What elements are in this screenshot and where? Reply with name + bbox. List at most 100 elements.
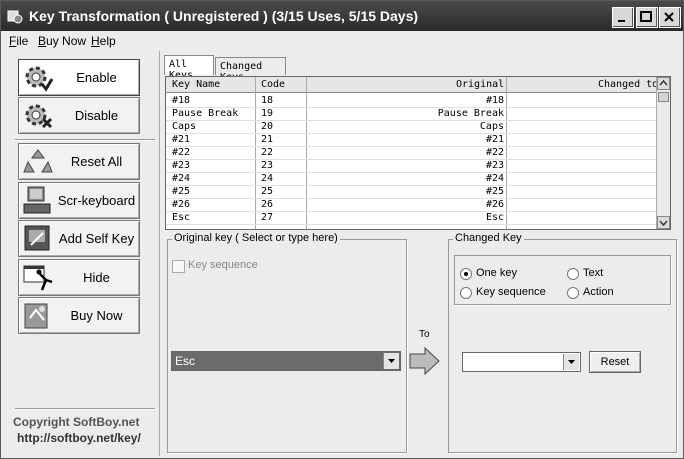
cell-code: 21 <box>261 134 274 145</box>
cell-key-name: #26 <box>172 199 191 210</box>
maximize-icon[interactable] <box>636 7 658 28</box>
enable-button[interactable]: Enable <box>18 59 140 96</box>
add-key-icon <box>24 225 50 251</box>
sidebar: Enable Disable Reset All Scr-keyboard Ad… <box>1 51 160 456</box>
cell-original: #26 <box>485 199 504 210</box>
original-key-legend: Original key ( Select or type here) <box>172 232 340 244</box>
enable-label: Enable <box>76 70 117 85</box>
one-key-label: One key <box>476 267 517 279</box>
radio-action[interactable] <box>567 287 579 299</box>
cell-code: 19 <box>261 108 274 119</box>
close-icon[interactable] <box>659 7 681 28</box>
original-key-select[interactable]: Esc <box>171 351 401 371</box>
table-row[interactable]: #18 18 #18 <box>166 94 656 108</box>
cell-code: 26 <box>261 199 274 210</box>
table-row[interactable]: Pause Break 19 Pause Break <box>166 107 656 121</box>
table-row[interactable]: Caps 20 Caps <box>166 120 656 134</box>
cell-original: Esc <box>485 212 504 223</box>
disable-gear-icon <box>25 104 53 129</box>
changed-key-legend: Changed Key <box>453 232 524 244</box>
table-scrollbar[interactable] <box>656 77 670 229</box>
buy-icon <box>24 303 48 329</box>
cell-key-name: #24 <box>172 173 191 184</box>
scr-keyboard-button[interactable]: Scr-keyboard <box>18 182 140 219</box>
text-label: Text <box>583 267 604 279</box>
chevron-down-icon[interactable] <box>383 353 399 369</box>
cell-code: 23 <box>261 160 274 171</box>
cell-key-name: #22 <box>172 147 191 158</box>
cell-key-name: Esc <box>172 212 191 223</box>
cell-key-name: #25 <box>172 186 191 197</box>
menu-help[interactable]: Help <box>91 34 116 48</box>
menu-bar: File Buy Now Help <box>1 31 683 51</box>
table-row[interactable]: #25 25 #25 <box>166 185 656 199</box>
table-header: Key Name Code Original Changed to <box>166 77 658 93</box>
add-self-key-label: Add Self Key <box>58 231 135 246</box>
sidebar-divider <box>15 139 155 141</box>
chevron-down-icon[interactable] <box>563 354 579 370</box>
cell-original: #22 <box>485 147 504 158</box>
scroll-up-icon[interactable] <box>657 77 670 90</box>
col-original[interactable]: Original <box>456 79 504 90</box>
cell-key-name: Caps <box>172 121 197 132</box>
scroll-thumb[interactable] <box>658 92 669 102</box>
key-sequence-checkbox[interactable] <box>172 260 185 273</box>
cell-key-name: #18 <box>172 95 191 106</box>
to-label: To <box>419 329 430 340</box>
cell-key-name: Pause Break <box>172 108 239 119</box>
cell-original: Caps <box>479 121 504 132</box>
title-bar[interactable]: Key Transformation ( Unregistered ) (3/1… <box>1 1 683 31</box>
arrow-right-icon <box>409 346 440 376</box>
website-link[interactable]: http://softboy.net/key/ <box>17 431 141 445</box>
reset-all-label: Reset All <box>70 154 123 169</box>
cell-code: 27 <box>261 212 274 223</box>
table-row[interactable]: #22 22 #22 <box>166 146 656 160</box>
original-key-group: Original key ( Select or type here) Key … <box>167 232 407 453</box>
screen-keyboard-icon <box>23 186 51 214</box>
cell-original: Pause Break <box>437 108 504 119</box>
col-changed-to[interactable]: Changed to <box>598 79 658 90</box>
cell-original: #21 <box>485 134 504 145</box>
radio-text[interactable] <box>567 268 579 280</box>
table-row[interactable]: #21 21 #21 <box>166 133 656 147</box>
cell-original: #24 <box>485 173 504 184</box>
tab-changed-keys[interactable]: Changed Keys <box>215 57 286 83</box>
cell-original: #18 <box>485 95 504 106</box>
cell-code: 20 <box>261 121 274 132</box>
cell-key-name: #21 <box>172 134 191 145</box>
key-sequence-label: Key sequence <box>188 259 258 271</box>
table-row[interactable]: Esc 27 Esc <box>166 211 656 225</box>
col-code[interactable]: Code <box>261 79 285 90</box>
cell-original: #23 <box>485 160 504 171</box>
keys-table[interactable]: Key Name Code Original Changed to #18 18 #… <box>165 76 671 230</box>
col-key-name[interactable]: Key Name <box>172 79 220 90</box>
change-type-box: One key Text Key sequence Action <box>454 255 671 305</box>
scroll-down-icon[interactable] <box>657 216 670 229</box>
enable-gear-icon <box>25 66 54 92</box>
changed-key-group: Changed Key One key Text Key sequence Ac… <box>448 232 677 453</box>
app-icon <box>7 10 23 24</box>
table-row[interactable]: #26 26 #26 <box>166 198 656 212</box>
tab-all-keys[interactable]: All Keys <box>164 55 214 81</box>
reset-button[interactable]: Reset <box>589 351 641 373</box>
radio-key-sequence[interactable] <box>460 287 472 299</box>
hide-button[interactable]: Hide <box>18 259 140 296</box>
menu-buy-now[interactable]: Buy Now <box>38 34 86 48</box>
buy-now-label: Buy Now <box>70 308 123 323</box>
menu-file[interactable]: File <box>9 34 28 48</box>
cell-code: 22 <box>261 147 274 158</box>
reset-all-button[interactable]: Reset All <box>18 143 140 180</box>
disable-button[interactable]: Disable <box>18 97 140 134</box>
buy-now-button[interactable]: Buy Now <box>18 297 140 334</box>
hide-icon <box>23 265 53 291</box>
disable-label: Disable <box>74 108 119 123</box>
changed-key-select[interactable] <box>462 352 581 372</box>
table-row[interactable]: #23 23 #23 <box>166 159 656 173</box>
cell-code: 18 <box>261 95 274 106</box>
radio-one-key[interactable] <box>460 268 472 280</box>
minimize-icon[interactable] <box>612 7 634 28</box>
cell-code: 24 <box>261 173 274 184</box>
add-self-key-button[interactable]: Add Self Key <box>18 220 140 257</box>
table-row[interactable]: #24 24 #24 <box>166 172 656 186</box>
window-title: Key Transformation ( Unregistered ) (3/1… <box>29 8 419 24</box>
